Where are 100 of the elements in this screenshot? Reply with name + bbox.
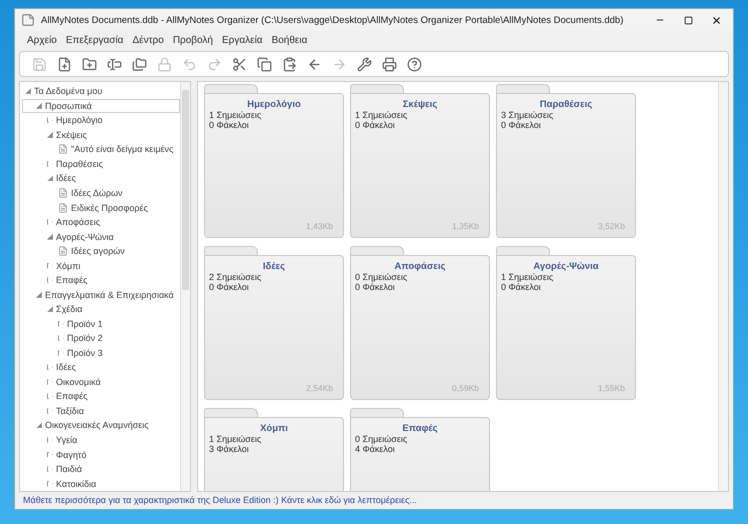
save-icon: [32, 56, 46, 72]
folders-count: 0 Φάκελοι: [355, 120, 395, 130]
paste-icon: [282, 56, 296, 72]
notes-count: 0 Σημειώσεις: [355, 272, 408, 282]
tree-item[interactable]: Φαγητό: [22, 447, 180, 462]
new-folder-icon: [82, 56, 96, 72]
copy-icon: [256, 56, 272, 72]
note-icon: [58, 246, 68, 256]
scrollbar[interactable]: [718, 82, 728, 491]
folders-count: 0 Φάκελοι: [355, 282, 395, 292]
folders-count: 0 Φάκελοι: [209, 120, 249, 130]
redo-icon: [206, 56, 222, 72]
tree-item[interactable]: Προϊόν 1: [22, 316, 180, 332]
size-label: 1,35Kb: [452, 221, 479, 231]
folder-tab: [350, 246, 404, 256]
folder-tab: [496, 84, 550, 94]
notes-count: 2 Σημειώσεις: [209, 272, 262, 282]
help-icon: [406, 56, 422, 72]
status-link[interactable]: Μάθετε περισσότερα για τα χαρακτηριστικά της Deluxe Edition :) Κάντε κλικ εδώ για λεπτομέρειες...: [23, 495, 417, 505]
expander-icon[interactable]: [47, 175, 53, 182]
menu-item[interactable]: Βοήθεια: [272, 34, 308, 46]
tree-item[interactable]: Παραθέσεις: [22, 156, 180, 172]
notes-count: 1 Σημειώσεις: [209, 110, 262, 120]
tree-item[interactable]: Ημερολόγιο: [22, 113, 180, 128]
expander-icon[interactable]: [36, 422, 42, 428]
tree-item[interactable]: Οικονομικά: [22, 374, 180, 390]
size-label: 2,54Kb: [306, 383, 333, 393]
folders-count: 0 Φάκελοι: [501, 282, 541, 292]
printer-icon: [382, 56, 396, 72]
folder-tab: [204, 84, 258, 94]
menu-item[interactable]: Δέντρο: [132, 34, 164, 46]
card-title: Σκέψεις: [402, 99, 438, 110]
wrench-icon: [356, 56, 372, 72]
lock-icon: [156, 56, 172, 72]
folders-count: 0 Φάκελοι: [501, 120, 541, 130]
tree-item[interactable]: Ιδέες αγορών: [22, 244, 180, 258]
menu-item[interactable]: Αρχείο: [27, 34, 57, 46]
menu-item[interactable]: Εργαλεία: [222, 34, 263, 46]
tree-item[interactable]: Επαγγελματικά & Επιχειρησιακά: [22, 287, 180, 302]
folders-count: 3 Φάκελοι: [209, 444, 249, 454]
tree-item[interactable]: Οικογενειακές Αναμνήσεις: [22, 418, 180, 433]
expander-icon[interactable]: [36, 292, 42, 298]
card-title: Αγορές-Ψώνια: [533, 261, 599, 272]
tree-item[interactable]: Προϊόν 2: [22, 331, 180, 346]
tree-item[interactable]: Αγορές-Ψώνια: [22, 229, 180, 244]
card-title: Χόμπι: [260, 423, 288, 434]
folder-tab: [350, 84, 404, 94]
tree-item[interactable]: Προσωπικά: [22, 98, 180, 114]
menu-item[interactable]: Προβολή: [172, 34, 213, 46]
scissors-icon: [232, 56, 246, 72]
note-icon: [58, 188, 68, 198]
size-label: 1,55Kb: [598, 383, 625, 393]
tree-item[interactable]: Ειδικές Προσφορές: [22, 200, 180, 215]
size-label: 0,59Kb: [452, 383, 479, 393]
close-icon: [710, 14, 722, 26]
notes-count: 3 Σημειώσεις: [501, 110, 554, 120]
expander-icon[interactable]: [58, 335, 64, 342]
card-title: Παραθέσεις: [540, 99, 592, 110]
expander-icon[interactable]: [47, 132, 53, 138]
folder-tab: [204, 408, 258, 418]
tree-item[interactable]: Σχέδια: [22, 302, 180, 316]
folders-icon: [132, 56, 146, 72]
menu-item[interactable]: Επεξεργασία: [66, 34, 124, 46]
card-title: Ιδέες: [262, 261, 286, 272]
tree-item[interactable]: "Αυτό είναι δείγμα κειμένς: [22, 142, 180, 157]
tree-item[interactable]: Τα Δεδομένα μου: [22, 84, 180, 99]
folders-count: 0 Φάκελοι: [209, 282, 249, 292]
app-icon: [21, 13, 35, 27]
new-note-icon: [56, 56, 72, 72]
maximize-icon: [684, 16, 692, 24]
expander-icon[interactable]: [25, 88, 31, 94]
tree-item[interactable]: Παιδιά: [22, 462, 180, 476]
folder-tab: [350, 408, 404, 418]
tree-item[interactable]: Ιδέες: [22, 171, 180, 186]
tree-item[interactable]: Προϊόν 3: [22, 346, 180, 360]
tree-item[interactable]: Χόμπι: [22, 258, 180, 273]
expander-icon[interactable]: [47, 306, 53, 312]
notes-count: 1 Σημειώσεις: [209, 434, 262, 444]
right-arrow-icon: [332, 56, 346, 72]
scrollbar[interactable]: [180, 82, 190, 491]
tree-item[interactable]: Ταξίδια: [22, 404, 180, 418]
expander-icon[interactable]: [58, 320, 64, 327]
tree-item[interactable]: Επαφές: [22, 272, 180, 288]
note-icon: [58, 202, 68, 213]
tree-item[interactable]: Υγεία: [22, 432, 180, 448]
tree-item[interactable]: Κατοικίδια: [22, 476, 180, 491]
window-title: AllMyNotes Documents.ddb - AllMyNotes Organizer (C:\Users\vagge\Desktop\AllMyNotes Organizer Portable\AllMyNotes Documents.ddb): [41, 14, 624, 26]
card-title: Επαφές: [402, 423, 438, 434]
tree-item[interactable]: Επαφές: [22, 389, 180, 404]
tree-item[interactable]: Αποφάσεις: [22, 214, 180, 230]
folder-tab: [496, 246, 550, 256]
note-icon: [58, 144, 68, 154]
undo-icon: [182, 56, 196, 72]
folders-count: 4 Φάκελοι: [355, 444, 395, 454]
tree-item[interactable]: Ιδέες: [22, 360, 180, 375]
tree-item[interactable]: Σκέψεις: [22, 128, 180, 142]
tree-item[interactable]: Ιδέες Δώρων: [22, 186, 180, 200]
expander-icon[interactable]: [47, 234, 53, 240]
expander-icon[interactable]: [36, 102, 42, 109]
notes-count: 0 Σημειώσεις: [355, 434, 408, 444]
